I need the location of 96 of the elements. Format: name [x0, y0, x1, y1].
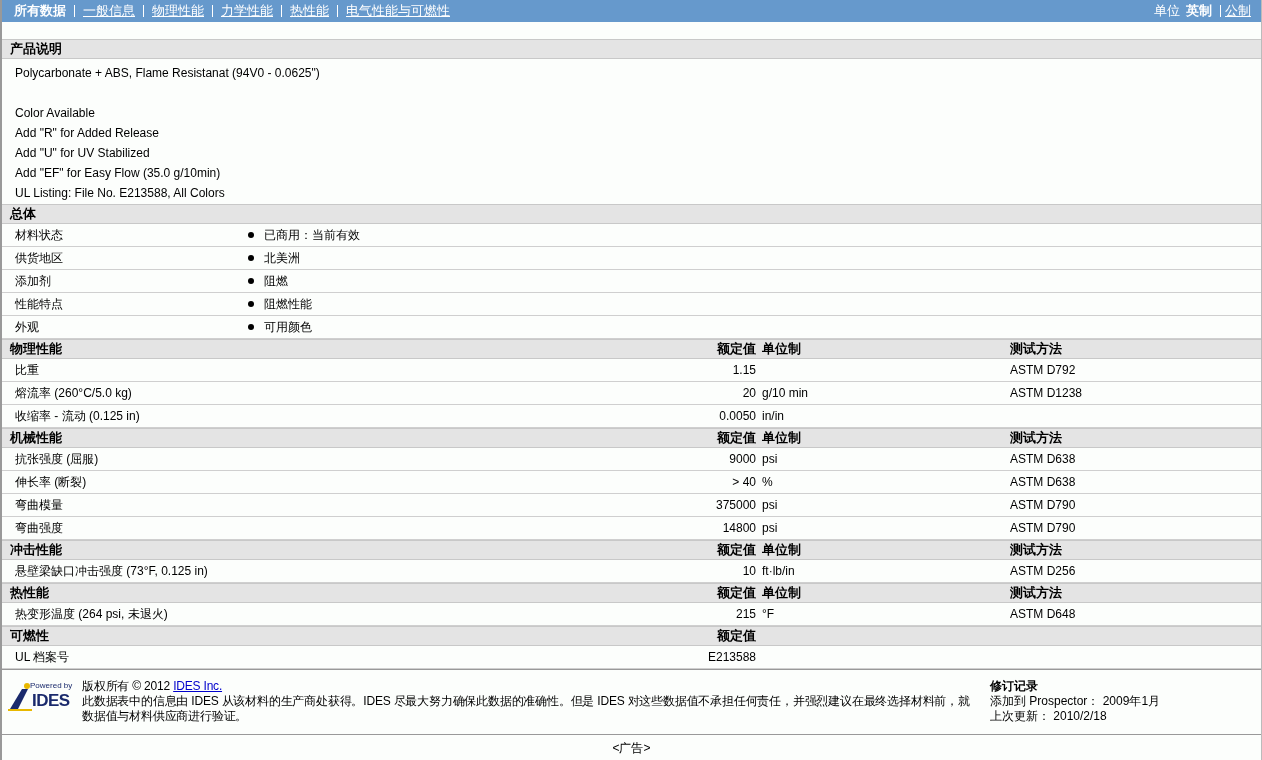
property-name: 抗张强度 (屈服) — [15, 451, 99, 466]
column-header: 额定值 — [717, 430, 756, 445]
logo-icon — [8, 683, 32, 711]
nav-tab[interactable]: 物理性能 — [152, 2, 204, 20]
nominal-value: 375000 — [715, 498, 756, 512]
unit-text: °F — [762, 607, 775, 621]
nav-tab[interactable]: 力学性能 — [221, 2, 273, 20]
test-method: ASTM D256 — [1010, 564, 1076, 578]
bullet-icon — [248, 324, 254, 330]
property-label: 性能特点 — [14, 295, 64, 313]
revision-title: 修订记录 — [990, 679, 1039, 694]
column-header: 测试方法 — [1010, 542, 1062, 557]
ad-label: <广告> — [612, 741, 651, 755]
property-name: 热变形温度 (264 psi, 未退火) — [15, 606, 168, 621]
nav-tab[interactable]: 所有数据 — [14, 2, 66, 20]
test-method: ASTM D648 — [1010, 607, 1076, 621]
test-method: ASTM D638 — [1010, 475, 1076, 489]
unit-option[interactable]: 英制 — [1186, 2, 1212, 20]
test-method: ASTM D792 — [1010, 363, 1076, 377]
property-label: 外观 — [14, 318, 40, 336]
nominal-value: 20 — [742, 386, 756, 400]
company-link[interactable]: IDES Inc. — [173, 679, 223, 693]
property-value: 已商用：当前有效 — [264, 226, 360, 244]
nominal-value: E213588 — [707, 650, 756, 664]
property-value: 北美洲 — [264, 249, 300, 267]
test-method: ASTM D638 — [1010, 452, 1076, 466]
bullet-icon — [248, 278, 254, 284]
description-text: UL Listing: File No. E213588, All Colors — [15, 186, 225, 200]
section-title: 机械性能 — [8, 429, 63, 447]
nav-tab[interactable]: 热性能 — [290, 2, 329, 20]
logo-caption: Powered by — [30, 681, 73, 690]
bullet-icon — [248, 232, 254, 238]
unit-text: g/10 min — [762, 386, 809, 400]
units-label: 单位 — [1154, 2, 1180, 20]
nav-tab[interactable]: 一般信息 — [83, 2, 135, 20]
unit-text: in/in — [762, 409, 784, 423]
description-text: Add "R" for Added Release — [15, 126, 159, 140]
nav-tab[interactable]: 电气性能与可燃性 — [346, 2, 450, 20]
description-text: Polycarbonate + ABS, Flame Resistanat (94V0 - 0.0625") — [15, 66, 320, 80]
property-label: 添加剂 — [14, 272, 52, 290]
disclaimer-text: 此数据表中的信息由 IDES 从该材料的生产商处获得。IDES 尽最大努力确保此数据的准确性。但是 IDES 对这些数据值不承担任何责任，并强烈建议在最终选择材料前，就数据值与材料供应商进行验证。 — [82, 694, 971, 724]
column-header: 单位制 — [762, 341, 801, 356]
column-header: 额定值 — [717, 341, 756, 356]
logo-text: IDES — [32, 691, 70, 711]
unit-text: % — [762, 475, 773, 489]
column-header: 额定值 — [717, 585, 756, 600]
property-name: 伸长率 (断裂) — [15, 474, 87, 489]
nominal-value: 215 — [735, 607, 756, 621]
nominal-value: 14800 — [722, 521, 756, 535]
property-name: UL 档案号 — [15, 649, 70, 664]
section-title: 可燃性 — [9, 627, 50, 645]
section-title: 热性能 — [9, 584, 50, 602]
property-value: 阻燃 — [264, 272, 288, 290]
property-label: 材料状态 — [14, 226, 64, 244]
test-method: ASTM D1238 — [1010, 386, 1083, 400]
property-name: 收缩率 - 流动 (0.125 in) — [15, 408, 140, 423]
description-text: Color Available — [15, 106, 95, 120]
column-header: 额定值 — [717, 542, 756, 557]
section-title: 物理性能 — [9, 340, 63, 358]
column-header: 测试方法 — [1010, 430, 1062, 445]
section-title: 总体 — [8, 205, 37, 223]
revision-added: 添加到 Prospector： 2009年1月 — [990, 694, 1161, 709]
column-header: 测试方法 — [1010, 341, 1062, 356]
description-text: Add "U" for UV Stabilized — [15, 146, 150, 160]
test-method: ASTM D790 — [1010, 498, 1076, 512]
test-method: ASTM D790 — [1010, 521, 1076, 535]
property-name: 比重 — [15, 362, 39, 377]
column-header: 测试方法 — [1010, 585, 1062, 600]
column-header: 额定值 — [717, 628, 756, 643]
copyright-text: 版权所有 © 2012 — [82, 679, 170, 693]
nominal-value: 9000 — [729, 452, 756, 466]
unit-text: ft·lb/in — [762, 564, 795, 578]
column-header: 单位制 — [762, 585, 801, 600]
unit-text: psi — [762, 521, 778, 535]
nominal-value: 1.15 — [732, 363, 756, 377]
revision-updated: 上次更新： 2010/2/18 — [990, 709, 1108, 724]
nominal-value: > 40 — [732, 475, 756, 489]
property-name: 弯曲模量 — [15, 497, 63, 512]
unit-option[interactable]: 公制 — [1225, 2, 1251, 20]
property-label: 供货地区 — [14, 249, 64, 267]
section-title: 冲击性能 — [9, 541, 63, 559]
property-name: 弯曲强度 — [15, 520, 63, 535]
property-value: 阻燃性能 — [264, 295, 312, 313]
property-name: 悬壁梁缺口冲击强度 (73°F, 0.125 in) — [15, 563, 208, 578]
column-header: 单位制 — [762, 430, 801, 445]
section-title: 产品说明 — [9, 40, 63, 58]
bullet-icon — [248, 255, 254, 261]
column-header: 单位制 — [762, 542, 801, 557]
nominal-value: 0.0050 — [719, 409, 756, 423]
property-value: 可用颜色 — [264, 318, 312, 336]
nominal-value: 10 — [742, 564, 756, 578]
unit-text: psi — [762, 452, 778, 466]
bullet-icon — [248, 301, 254, 307]
description-text: Add "EF" for Easy Flow (35.0 g/10min) — [15, 166, 221, 180]
property-name: 熔流率 (260°C/5.0 kg) — [15, 385, 132, 400]
unit-text: psi — [762, 498, 778, 512]
